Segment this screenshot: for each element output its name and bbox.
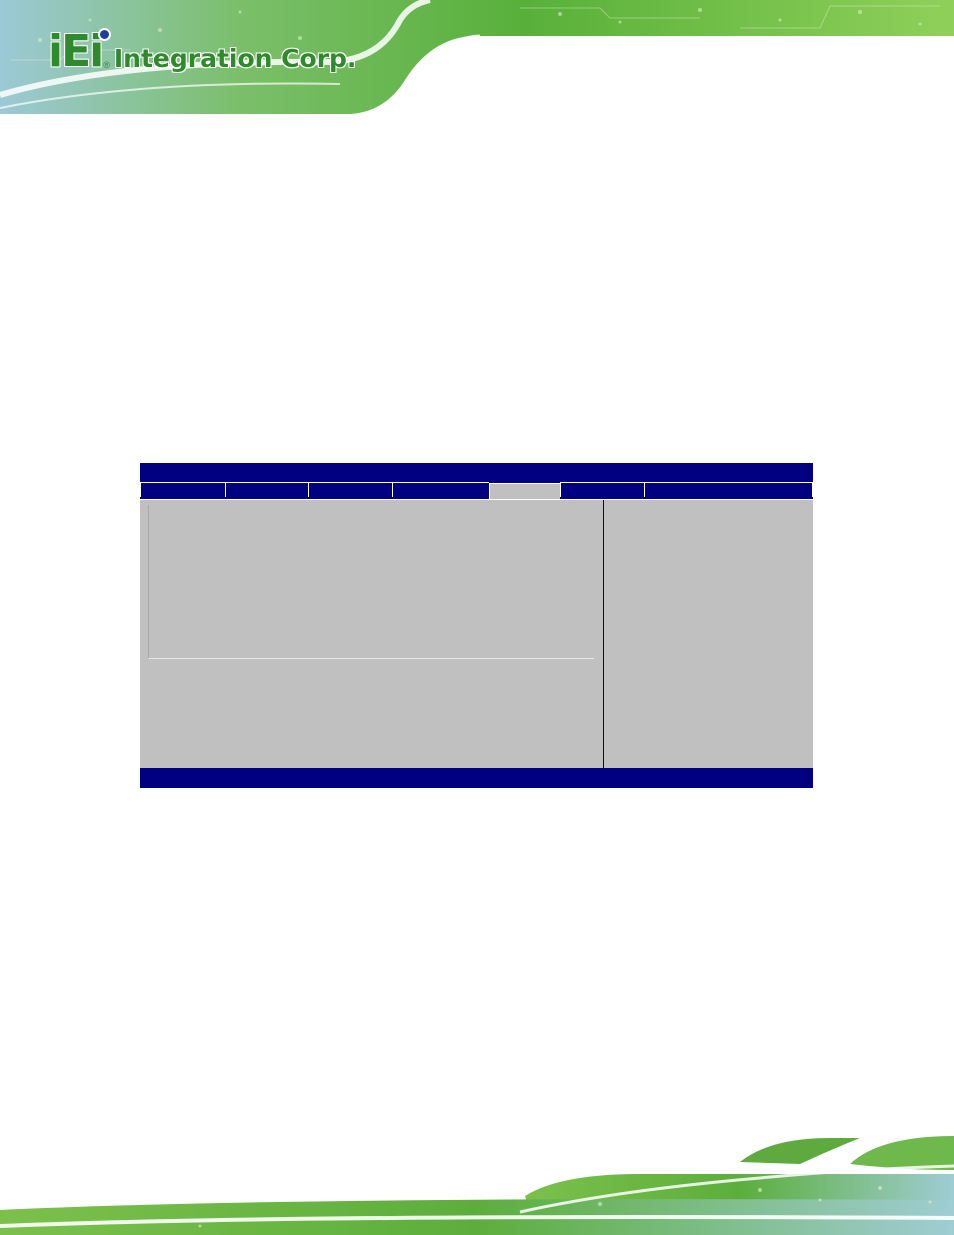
bios-title-bar bbox=[140, 463, 813, 481]
bios-help-panel bbox=[604, 500, 813, 768]
logo-mark: iEi bbox=[48, 26, 104, 77]
bios-menu-bar bbox=[140, 481, 813, 500]
bios-setup-screen bbox=[140, 463, 813, 788]
company-logo: iEi ® Integration Corp. bbox=[48, 26, 356, 74]
logo-registered-mark: ® bbox=[103, 60, 110, 70]
logo-dot-icon bbox=[98, 28, 111, 41]
bios-options-panel bbox=[140, 500, 602, 768]
bios-tab-7[interactable] bbox=[644, 482, 813, 497]
bios-tab-3[interactable] bbox=[308, 482, 392, 497]
bios-tab-4[interactable] bbox=[392, 482, 489, 497]
bios-tab-2[interactable] bbox=[225, 482, 308, 497]
bios-tab-1[interactable] bbox=[140, 482, 225, 497]
bios-options-frame bbox=[148, 505, 594, 659]
page-header-banner: iEi ® Integration Corp. bbox=[0, 0, 954, 118]
footer-decoration bbox=[0, 1136, 954, 1235]
page-footer-banner bbox=[0, 1130, 954, 1235]
bios-tab-6[interactable] bbox=[560, 482, 644, 497]
bios-status-bar bbox=[140, 768, 813, 788]
bios-tab-5-active[interactable] bbox=[489, 483, 560, 499]
logo-company-name: Integration Corp. bbox=[113, 44, 357, 73]
